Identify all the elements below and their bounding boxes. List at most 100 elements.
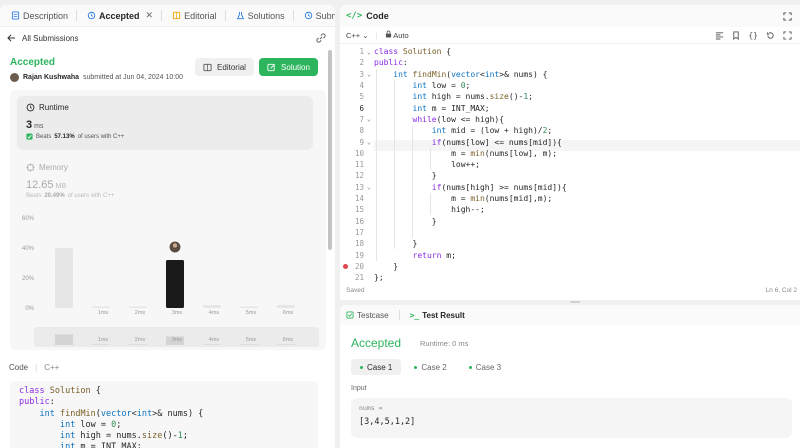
pass-dot: [360, 365, 363, 369]
chart-bar[interactable]: [240, 306, 258, 309]
x-tick-label: 5ms: [246, 310, 257, 316]
code-line[interactable]: 10 m = min(nums[low], m);: [340, 148, 800, 159]
chevron-down-icon: ⌄: [362, 30, 369, 40]
case-2-tab[interactable]: Case 2: [405, 359, 455, 375]
link-icon[interactable]: [316, 33, 326, 43]
chart-bar[interactable]: [203, 305, 221, 308]
memory-unit: MB: [55, 183, 67, 190]
y-tick-label: 20%: [22, 276, 35, 282]
fold-chevron-icon[interactable]: ⌄: [364, 48, 374, 56]
runtime-value: 3: [26, 119, 33, 131]
reset-icon[interactable]: [766, 31, 775, 40]
pass-dot: [414, 365, 418, 369]
fold-chevron-icon[interactable]: ⌄: [364, 183, 374, 191]
braces-icon[interactable]: {}: [748, 31, 758, 40]
history-icon: [304, 11, 313, 20]
line-number: 19: [354, 250, 364, 260]
line-number: 5: [359, 92, 364, 102]
fold-chevron-icon[interactable]: ⌄: [364, 138, 374, 146]
code-line[interactable]: 9 ⌄ if(nums[low] <= nums[mid]){: [340, 136, 800, 147]
code-line[interactable]: 7 ⌄ while(low <= high){: [340, 114, 800, 125]
format-icon[interactable]: [715, 31, 724, 40]
clock-icon: [26, 103, 35, 112]
pass-dot: [468, 365, 472, 369]
case-1-tab[interactable]: Case 1: [351, 359, 402, 375]
user-name[interactable]: Rajan Kushwaha: [23, 74, 79, 81]
case-3-label: Case 3: [475, 362, 502, 372]
runtime-card[interactable]: Runtime 3 ms Beats 57.13% of users with C…: [17, 96, 313, 150]
all-submissions-link[interactable]: All Submissions: [7, 34, 78, 43]
code-line[interactable]: 16 }: [340, 216, 800, 227]
maximize-icon[interactable]: [783, 11, 792, 21]
auto-mode[interactable]: Auto: [385, 30, 409, 40]
auto-mode-label: Auto: [393, 31, 409, 40]
beats-badge-icon: [26, 133, 33, 140]
all-submissions-label: All Submissions: [22, 33, 79, 43]
chart-bar[interactable]: [277, 305, 295, 308]
code-line[interactable]: 21};: [340, 272, 800, 283]
code-line[interactable]: 12 }: [340, 170, 800, 181]
code-line[interactable]: 3 ⌄ int findMin(vector<int>& nums) {: [340, 69, 800, 80]
lock-icon: [385, 30, 392, 38]
code-line-text: int findMin(vector<int>& nums) {: [393, 69, 548, 79]
solution-button[interactable]: Solution: [259, 58, 318, 76]
scrollbar[interactable]: [328, 50, 332, 250]
tab-editorial[interactable]: Editorial: [167, 5, 231, 27]
performance-metrics: Runtime 3 ms Beats 57.13% of users with C…: [10, 90, 326, 350]
line-number: 13: [354, 182, 364, 192]
code-line[interactable]: 19 return m;: [340, 249, 800, 260]
code-line[interactable]: 4 int low = 0;: [340, 80, 800, 91]
code-line[interactable]: 13 ⌄ if(nums[high] >= nums[mid]){: [340, 182, 800, 193]
bookmark-icon[interactable]: [732, 30, 740, 40]
case-tabs: Case 1 Case 2 Case 3: [351, 359, 510, 375]
tab-solutions[interactable]: Solutions: [231, 5, 299, 27]
fold-chevron-icon[interactable]: ⌄: [364, 70, 374, 78]
panel-resize-handle[interactable]: [570, 301, 580, 303]
code-line[interactable]: 11 low++;: [340, 159, 800, 170]
chart-bar[interactable]: [129, 306, 147, 309]
tab-testcase[interactable]: Testcase: [346, 311, 389, 320]
code-editor[interactable]: 1 ⌄ class Solution {2 public: 3 ⌄ int findMin…: [340, 45, 800, 285]
code-line[interactable]: 20 }: [340, 261, 800, 272]
code-line[interactable]: 18 }: [340, 238, 800, 249]
breakpoint-dot[interactable]: [343, 263, 348, 269]
language-select[interactable]: C++ ⌄: [346, 31, 369, 40]
code-line[interactable]: 5 int high = nums.size()-1;: [340, 91, 800, 102]
tab-test-result[interactable]: >_ Test Result: [410, 311, 465, 320]
code-line[interactable]: 15 high--;: [340, 204, 800, 215]
line-number: 10: [354, 148, 364, 158]
runtime-distribution-chart[interactable]: 60% 40% 20% 0% 1ms 1ms 2ms 2ms 3ms 3ms 4ms 4ms 5ms 5m…: [10, 210, 326, 350]
memory-card[interactable]: Memory 12.65 MB Beats 20.49% of users wit…: [26, 163, 114, 199]
memory-icon: [26, 163, 35, 172]
close-icon[interactable]: ✕: [146, 10, 154, 21]
avatar[interactable]: [10, 73, 19, 82]
code-line[interactable]: 17: [340, 227, 800, 238]
submission-subheader: All Submissions: [0, 27, 335, 49]
line-number: 3: [359, 69, 364, 79]
chart-bar[interactable]: [55, 248, 73, 308]
tab-separator: [292, 10, 294, 21]
line-number: 8: [359, 126, 364, 136]
code-language: C++: [44, 363, 60, 372]
code-line[interactable]: 1 ⌄ class Solution {: [340, 46, 800, 57]
y-tick-label: 60%: [22, 216, 35, 222]
code-line[interactable]: 6 int m = INT_MAX;: [340, 103, 800, 114]
code-line[interactable]: 8 int mid = (low + high)/2;: [340, 125, 800, 136]
chart-bar[interactable]: [92, 306, 110, 309]
editorial-button[interactable]: Editorial: [195, 58, 254, 76]
code-line-text: int mid = (low + high)/2;: [431, 126, 553, 136]
case-3-tab[interactable]: Case 3: [460, 359, 510, 375]
tab-submissions[interactable]: Submissions: [299, 5, 335, 27]
fold-chevron-icon[interactable]: ⌄: [364, 115, 374, 123]
line-number: 14: [354, 194, 364, 204]
code-line[interactable]: 14 m = min(nums[mid],m);: [340, 193, 800, 204]
code-line[interactable]: 2 public:: [340, 57, 800, 68]
code-preview-line: int findMin(vector<int>& nums) {: [39, 408, 204, 419]
minimap-bar: [277, 344, 295, 345]
expand-icon[interactable]: [783, 30, 792, 40]
tab-description[interactable]: Description: [6, 5, 82, 27]
line-number: 16: [354, 216, 364, 226]
tab-accepted[interactable]: Accepted ✕: [82, 5, 167, 27]
flask-icon: [236, 11, 245, 20]
chart-bar[interactable]: [166, 260, 184, 308]
